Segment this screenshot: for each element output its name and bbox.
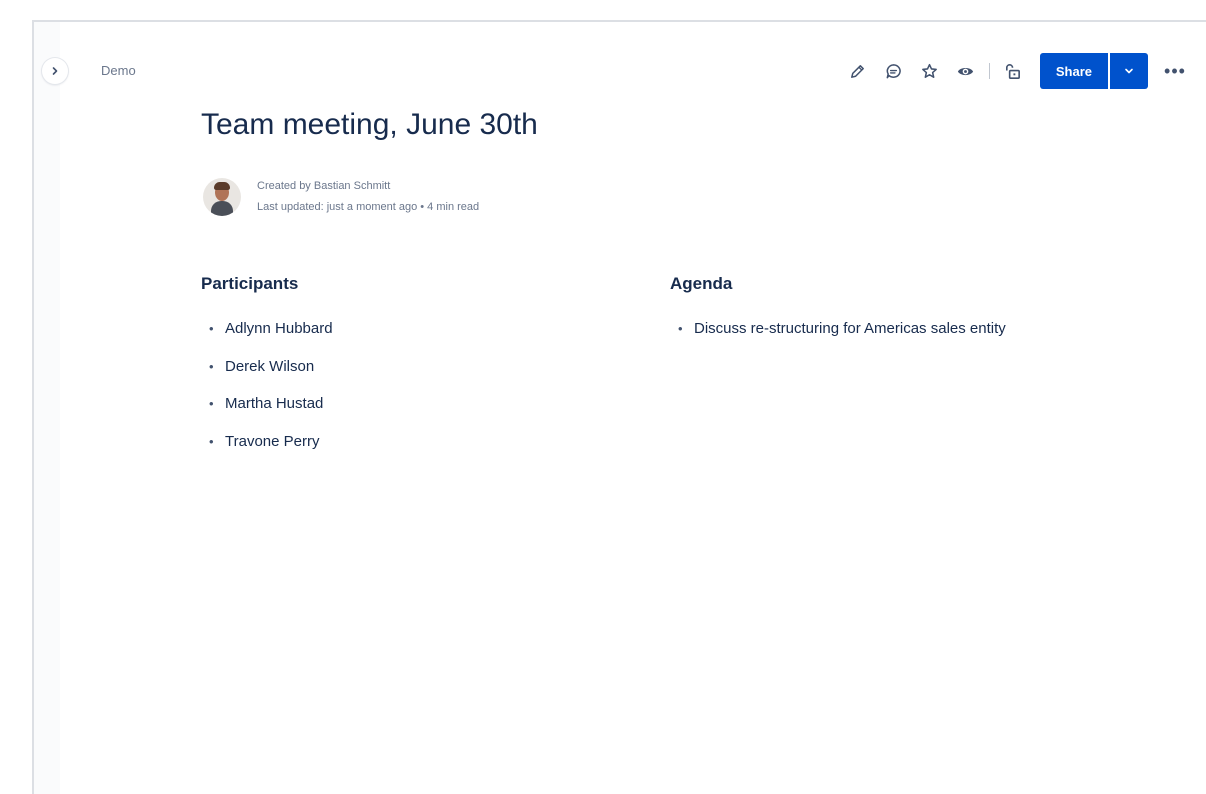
window-top-border	[32, 20, 1206, 22]
star-button[interactable]	[917, 58, 943, 84]
page-byline: Created by Bastian Schmitt Last updated:…	[203, 176, 479, 218]
collapsed-sidebar	[34, 22, 60, 794]
restrictions-button[interactable]	[1000, 58, 1026, 84]
page-title: Team meeting, June 30th	[201, 108, 538, 141]
list-item: Discuss re-structuring for Americas sale…	[674, 313, 1058, 345]
toolbar-divider	[988, 63, 990, 79]
byline-text: Created by Bastian Schmitt Last updated:…	[257, 176, 479, 218]
pencil-icon	[851, 64, 865, 78]
chevron-down-icon	[1125, 68, 1133, 74]
list-item: Derek Wilson	[205, 357, 333, 395]
more-icon: •••	[1164, 60, 1186, 81]
list-item: Adlynn Hubbard	[205, 319, 333, 357]
comment-icon	[886, 63, 902, 78]
list-item: Travone Perry	[205, 432, 333, 470]
share-options-button[interactable]	[1110, 53, 1148, 89]
created-by: Created by Bastian Schmitt	[257, 180, 391, 192]
more-actions-button[interactable]: •••	[1158, 53, 1192, 89]
confluence-page: Demo Share ••• Team meeting, June 30th C…	[0, 0, 1206, 794]
share-button-group: Share	[1039, 53, 1148, 89]
author-avatar[interactable]	[203, 178, 241, 216]
comments-button[interactable]	[881, 58, 907, 84]
agenda-heading: Agenda	[670, 274, 733, 293]
unlock-icon	[1006, 63, 1021, 79]
page-toolbar: Share •••	[835, 53, 1192, 89]
breadcrumb-space-link[interactable]: Demo	[101, 63, 136, 78]
expand-sidebar-button[interactable]	[42, 58, 68, 84]
share-button[interactable]: Share	[1039, 53, 1108, 89]
agenda-list: Discuss re-structuring for Americas sale…	[674, 313, 1058, 345]
list-item: Martha Hustad	[205, 394, 333, 432]
last-updated: Last updated: just a moment ago • 4 min …	[257, 201, 480, 213]
participants-list: Adlynn Hubbard Derek Wilson Martha Husta…	[205, 319, 333, 469]
participants-heading: Participants	[201, 274, 299, 293]
eye-icon	[958, 67, 974, 75]
chevron-right-icon	[52, 67, 58, 75]
star-icon	[922, 63, 938, 78]
watch-button[interactable]	[953, 58, 979, 84]
edit-button[interactable]	[845, 58, 871, 84]
